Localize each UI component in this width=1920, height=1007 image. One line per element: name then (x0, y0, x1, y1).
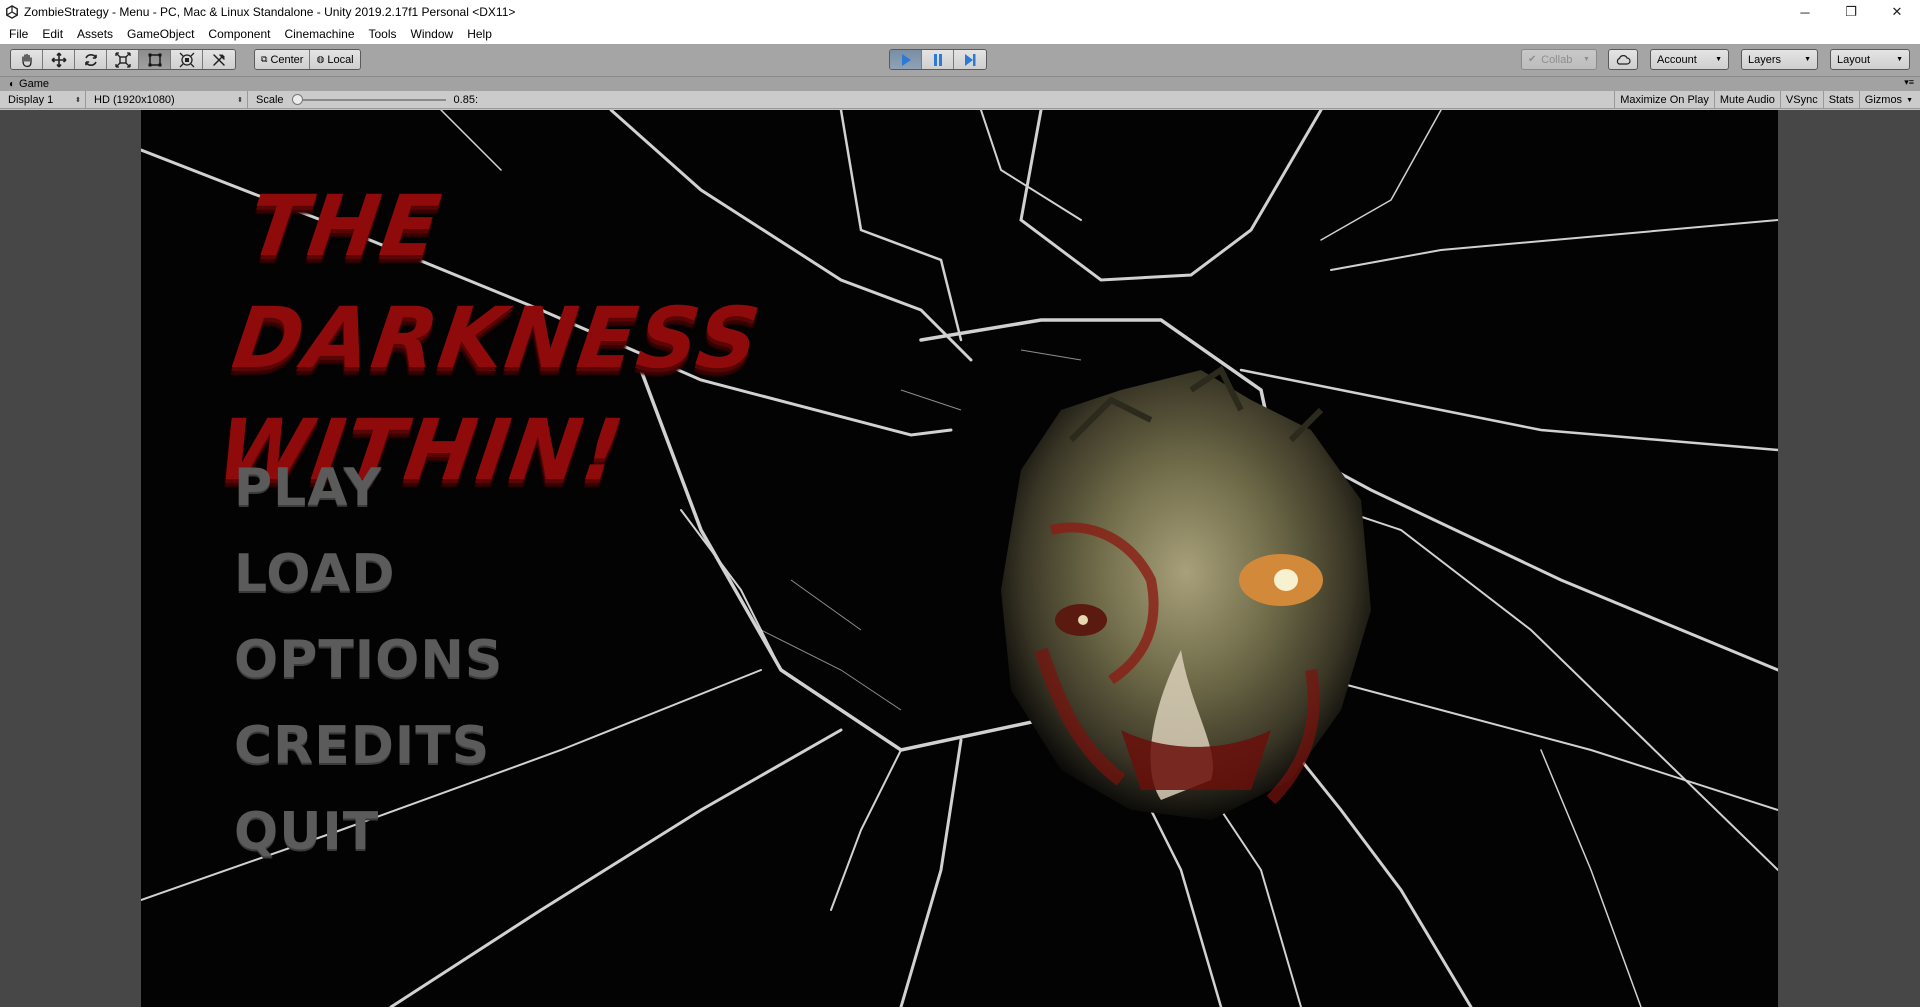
account-dropdown[interactable]: Account ▼ (1650, 49, 1729, 70)
chevron-down-icon: ▼ (1804, 56, 1811, 63)
menu-edit[interactable]: Edit (35, 24, 70, 44)
menu-tools[interactable]: Tools (362, 24, 404, 44)
pause-button[interactable] (922, 50, 954, 69)
custom-tool-icon (213, 53, 225, 66)
zombie-face-image (1001, 365, 1371, 820)
game-view-toolbar: Display 1 ⬍ HD (1920x1080) ⬍ Scale 0.85:… (0, 90, 1920, 109)
scale-control: Scale 0.85: (248, 91, 478, 109)
game-tab-icon: ◐ (9, 78, 16, 90)
scale-label: Scale (256, 93, 284, 106)
pivot-center-button[interactable]: ⧉ Center (255, 50, 311, 69)
account-label: Account (1657, 53, 1697, 66)
play-controls (889, 49, 987, 70)
collab-check-icon: ✔ (1528, 54, 1537, 65)
menu-credits-button[interactable]: CREDITS (234, 703, 503, 789)
move-icon (51, 52, 66, 67)
display-label: Display 1 (8, 93, 54, 106)
window-title: ZombieStrategy - Menu - PC, Mac & Linux … (24, 5, 516, 19)
transform-tool-button[interactable] (171, 50, 203, 69)
game-title-line-1: The Darkness (227, 177, 768, 387)
collab-label: Collab (1541, 53, 1573, 66)
transform-icon (179, 52, 194, 67)
hand-tool-button[interactable] (11, 50, 43, 69)
collab-button[interactable]: ✔ Collab ▼ (1521, 49, 1597, 70)
menu-assets[interactable]: Assets (70, 24, 120, 44)
main-menu: PLAY LOAD OPTIONS CREDITS QUIT (234, 445, 503, 875)
play-button[interactable] (890, 50, 922, 69)
chevron-down-icon: ▼ (1896, 56, 1903, 63)
rotate-icon (84, 53, 97, 66)
menu-gameobject[interactable]: GameObject (120, 24, 201, 44)
menu-bar: File Edit Assets GameObject Component Ci… (0, 24, 1920, 44)
layers-label: Layers (1748, 53, 1782, 66)
pivot-local-label: Local (327, 53, 354, 66)
menu-quit-button[interactable]: QUIT (234, 789, 503, 875)
stats-toggle[interactable]: Stats (1822, 91, 1859, 109)
game-view-toggles: Maximize On Play Mute Audio VSync Stats … (1614, 91, 1918, 109)
custom-tool-button[interactable] (203, 50, 235, 69)
menu-window[interactable]: Window (404, 24, 461, 44)
pivot-center-label: Center (270, 53, 304, 66)
layout-label: Layout (1837, 53, 1871, 66)
menu-help[interactable]: Help (460, 24, 499, 44)
menu-cinemachine[interactable]: Cinemachine (277, 24, 361, 44)
game-tab-label: Game (19, 78, 50, 90)
pivot-local-icon: ◍ (316, 54, 325, 64)
menu-play-button[interactable]: PLAY (234, 445, 503, 531)
gizmos-label: Gizmos (1864, 94, 1903, 106)
move-tool-button[interactable] (43, 50, 75, 69)
gizmos-dropdown[interactable]: Gizmos ▼ (1858, 91, 1918, 109)
scale-value: 0.85: (453, 93, 478, 106)
restore-button[interactable]: ❐ (1828, 0, 1874, 24)
chevron-updown-icon: ⬍ (75, 96, 81, 104)
tab-menu-icon[interactable]: ▾≡ (1904, 77, 1914, 88)
step-button[interactable] (954, 50, 986, 69)
maximize-on-play-toggle[interactable]: Maximize On Play (1614, 91, 1714, 109)
chevron-down-icon: ▼ (1715, 56, 1722, 63)
cloud-button[interactable] (1608, 49, 1638, 70)
game-view: The Darkness Within! PLAY LOAD OPTIONS C… (0, 110, 1920, 1007)
pivot-controls: ⧉ Center ◍ Local (254, 49, 361, 70)
step-icon (965, 53, 976, 66)
unity-logo-icon (6, 5, 18, 19)
menu-options-button[interactable]: OPTIONS (234, 617, 503, 703)
rect-icon (148, 53, 161, 66)
rotate-tool-button[interactable] (75, 50, 107, 69)
scale-tool-button[interactable] (107, 50, 139, 69)
display-dropdown[interactable]: Display 1 ⬍ (0, 90, 86, 109)
game-screen[interactable]: The Darkness Within! PLAY LOAD OPTIONS C… (141, 110, 1778, 1007)
menu-component[interactable]: Component (201, 24, 277, 44)
close-button[interactable]: ✕ (1874, 0, 1920, 24)
mute-audio-toggle[interactable]: Mute Audio (1713, 91, 1780, 109)
layers-dropdown[interactable]: Layers ▼ (1741, 49, 1818, 70)
pause-icon (933, 53, 942, 66)
scale-slider[interactable] (291, 93, 446, 105)
pivot-local-button[interactable]: ◍ Local (310, 50, 360, 69)
cloud-icon (1616, 54, 1631, 65)
vsync-toggle[interactable]: VSync (1779, 91, 1823, 109)
minimize-button[interactable]: ─ (1782, 0, 1828, 24)
hand-icon (21, 53, 32, 67)
menu-load-button[interactable]: LOAD (234, 531, 503, 617)
editor-toolbar: ⧉ Center ◍ Local ✔ Collab ▼ Account ▼ La… (0, 44, 1920, 77)
chevron-updown-icon: ⬍ (237, 96, 243, 104)
layout-dropdown[interactable]: Layout ▼ (1830, 49, 1910, 70)
window-titlebar: ZombieStrategy - Menu - PC, Mac & Linux … (0, 0, 1920, 24)
chevron-down-icon: ▼ (1906, 96, 1913, 104)
scale-icon (114, 51, 131, 68)
menu-file[interactable]: File (2, 24, 35, 44)
pivot-center-icon: ⧉ (261, 54, 268, 64)
play-icon (901, 53, 911, 66)
resolution-dropdown[interactable]: HD (1920x1080) ⬍ (86, 90, 248, 109)
rect-tool-button[interactable] (139, 50, 171, 69)
resolution-label: HD (1920x1080) (94, 93, 175, 106)
chevron-down-icon: ▼ (1583, 56, 1590, 63)
game-tab[interactable]: ◐ Game ▾≡ (0, 77, 1920, 91)
transform-tools (10, 49, 236, 70)
scale-slider-knob[interactable] (291, 93, 303, 105)
